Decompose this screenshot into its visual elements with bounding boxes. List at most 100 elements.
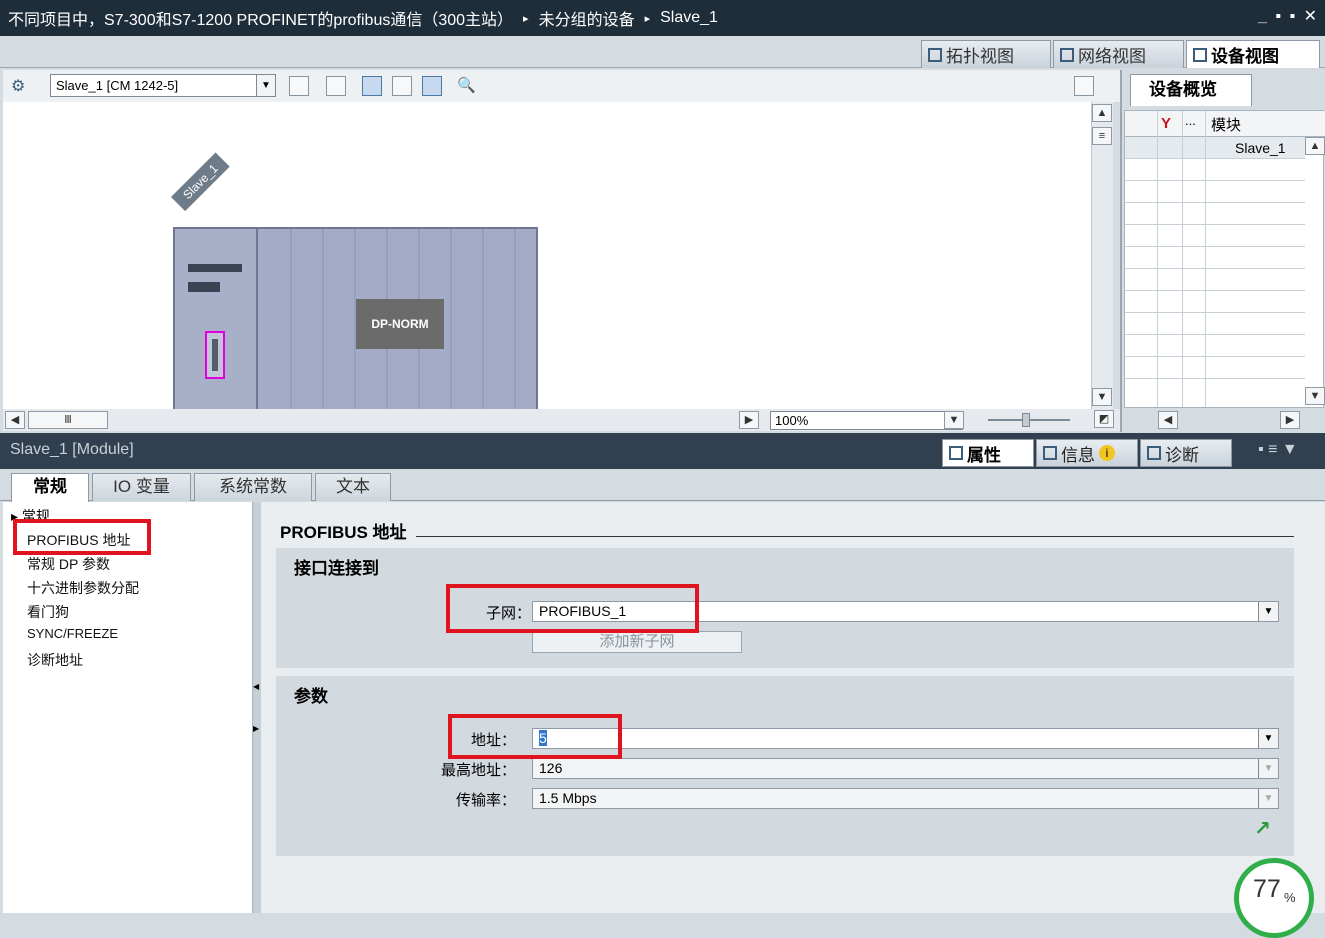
breadcrumb-separator-icon: ▸ <box>523 12 529 25</box>
tab-texts[interactable]: 文本 <box>315 473 391 501</box>
breadcrumb-device[interactable]: Slave_1 <box>660 9 718 27</box>
column-dots[interactable]: ... <box>1185 113 1196 128</box>
heading-divider <box>416 536 1294 537</box>
zoom-value: 100% <box>775 413 809 428</box>
nav-splitter[interactable]: ◀ ▶ <box>253 502 261 913</box>
canvas-horizontal-scrollbar[interactable]: ◀ Ⅲ ▶ 100% ▼ ◩ <box>3 409 1120 431</box>
nav-item-dp-parameters[interactable]: 常规 DP 参数 <box>27 554 110 574</box>
nav-item-sync-freeze[interactable]: SYNC/FREEZE <box>27 626 118 641</box>
grid-icon[interactable] <box>392 76 412 96</box>
baud-rate-value: 1.5 Mbps <box>539 790 597 806</box>
interface-title: 接口连接到 <box>294 559 379 578</box>
table-row[interactable] <box>1125 203 1305 225</box>
breadcrumb-separator-icon: ▸ <box>644 12 651 25</box>
add-subnet-button[interactable]: 添加新子网 <box>532 631 742 653</box>
table-row[interactable] <box>1125 335 1305 357</box>
table-row[interactable] <box>1125 159 1305 181</box>
collapse-icon[interactable]: ◀ <box>253 682 259 691</box>
profibus-port-icon[interactable] <box>205 331 225 379</box>
device-select[interactable]: Slave_1 [CM 1242-5] ▼ <box>50 74 276 97</box>
table-row[interactable] <box>1125 313 1305 335</box>
topology-icon <box>928 47 942 62</box>
table-row[interactable] <box>1125 225 1305 247</box>
scroll-thumb[interactable]: ≡ <box>1092 127 1112 145</box>
table-row[interactable] <box>1125 247 1305 269</box>
tab-device-overview[interactable]: 设备概览 <box>1130 74 1252 106</box>
address-input[interactable]: 5 ▼ <box>532 728 1279 749</box>
panel-toggle-icon[interactable] <box>1074 76 1094 96</box>
device-canvas[interactable]: Slave_1 DP-NORM <box>3 102 1091 409</box>
column-module[interactable]: 模块 <box>1211 114 1241 135</box>
tab-label: 信息 <box>1061 445 1095 465</box>
scroll-right-icon[interactable]: ▶ <box>1280 411 1300 429</box>
device-icon <box>1193 47 1207 62</box>
goto-arrow-icon[interactable]: ↗ <box>1254 816 1271 841</box>
chevron-down-icon[interactable]: ▼ <box>256 75 275 96</box>
table-row[interactable] <box>1125 291 1305 313</box>
nav-item-diagnostic-address[interactable]: 诊断地址 <box>27 650 83 670</box>
cm-module[interactable] <box>175 229 258 409</box>
tab-device-view[interactable]: 设备视图 <box>1186 40 1320 68</box>
chevron-down-icon: ▼ <box>1258 759 1278 778</box>
scroll-right-icon[interactable]: ▶ <box>739 411 759 429</box>
canvas-vertical-scrollbar[interactable]: ▲ ≡ ▼ <box>1091 102 1113 409</box>
scroll-thumb[interactable]: Ⅲ <box>28 411 108 429</box>
dp-norm-module[interactable]: DP-NORM <box>356 299 444 349</box>
scroll-up-icon[interactable]: ▲ <box>1092 104 1112 122</box>
scroll-left-icon[interactable]: ◀ <box>1158 411 1178 429</box>
scroll-left-icon[interactable]: ◀ <box>5 411 25 429</box>
window-controls[interactable]: _ ▪ ▪ ✕ <box>1258 6 1319 26</box>
gauge-unit: % <box>1284 890 1296 905</box>
chevron-down-icon[interactable]: ▼ <box>1258 602 1278 621</box>
tab-label: 网络视图 <box>1078 47 1146 66</box>
table-row[interactable] <box>1125 181 1305 203</box>
tab-system-constants[interactable]: 系统常数 <box>194 473 312 501</box>
tab-diagnostics[interactable]: 诊断 <box>1140 439 1232 467</box>
parameters-title: 参数 <box>294 687 328 706</box>
scroll-up-icon[interactable]: ▲ <box>1305 137 1325 155</box>
chevron-down-icon[interactable]: ▼ <box>944 411 964 429</box>
highlight-box <box>13 519 151 555</box>
name-icon[interactable] <box>326 76 346 96</box>
layout-icon[interactable] <box>422 76 442 96</box>
properties-icon <box>949 446 963 460</box>
tab-label: 拓扑视图 <box>946 47 1014 66</box>
tab-topology-view[interactable]: 拓扑视图 <box>921 40 1051 68</box>
scroll-down-icon[interactable]: ▼ <box>1305 387 1325 405</box>
zoom-icon[interactable]: 🔍 <box>457 76 477 96</box>
tab-general[interactable]: 常规 <box>11 473 89 502</box>
nav-item-hex-parameters[interactable]: 十六进制参数分配 <box>27 578 139 598</box>
tab-properties[interactable]: 属性 <box>942 439 1034 467</box>
nav-item-watchdog[interactable]: 看门狗 <box>27 602 69 622</box>
chevron-down-icon[interactable]: ▼ <box>1258 729 1278 748</box>
overview-table: Y ... 模块 Slave_1 ▲ ▼ <box>1124 110 1325 408</box>
device-overview-panel: 设备概览 Y ... 模块 Slave_1 ▲ ▼ ◀ ▶ <box>1120 70 1325 432</box>
tab-label: 属性 <box>967 445 1001 465</box>
diagnostics-icon <box>1147 446 1161 460</box>
tab-network-view[interactable]: 网络视图 <box>1053 40 1184 68</box>
tab-io-tags[interactable]: IO 变量 <box>92 473 191 501</box>
table-row[interactable] <box>1125 269 1305 291</box>
module-bar <box>188 264 242 272</box>
tab-info[interactable]: 信息 i <box>1036 439 1138 467</box>
parameters-section: 参数 地址： 5 ▼ 最高地址： 126 ▼ 传输率： 1.5 Mbps ▼ ↗ <box>276 676 1294 856</box>
properties-content: PROFIBUS 地址 接口连接到 子网： PROFIBUS_1 ▼ 添加新子网… <box>261 502 1325 913</box>
section-heading: PROFIBUS 地址 <box>280 523 407 542</box>
device-tree-icon[interactable]: ⚙ <box>11 76 31 96</box>
scroll-down-icon[interactable]: ▼ <box>1092 388 1112 406</box>
expand-icon[interactable]: ▶ <box>253 724 259 733</box>
overview-nav-icon[interactable]: ◩ <box>1094 410 1114 428</box>
table-row[interactable] <box>1125 357 1305 379</box>
module-graphic[interactable]: DP-NORM <box>173 227 538 409</box>
draw-icon[interactable] <box>362 76 382 96</box>
breadcrumb-group[interactable]: 未分组的设备 <box>539 6 635 30</box>
zoom-select[interactable]: 100% <box>770 411 963 430</box>
device-select-value: Slave_1 [CM 1242-5] <box>56 78 179 93</box>
network-icon <box>1060 47 1074 62</box>
highlight-box <box>448 714 622 759</box>
module-icon[interactable] <box>289 76 309 96</box>
properties-header: Slave_1 [Module] 属性 信息 i 诊断 ▪ ≡ ▼ <box>0 433 1325 469</box>
zoom-slider-handle[interactable] <box>1022 413 1030 427</box>
panel-menu-icon[interactable]: ▪ ≡ ▼ <box>1258 441 1298 459</box>
table-row[interactable]: Slave_1 <box>1125 137 1305 159</box>
